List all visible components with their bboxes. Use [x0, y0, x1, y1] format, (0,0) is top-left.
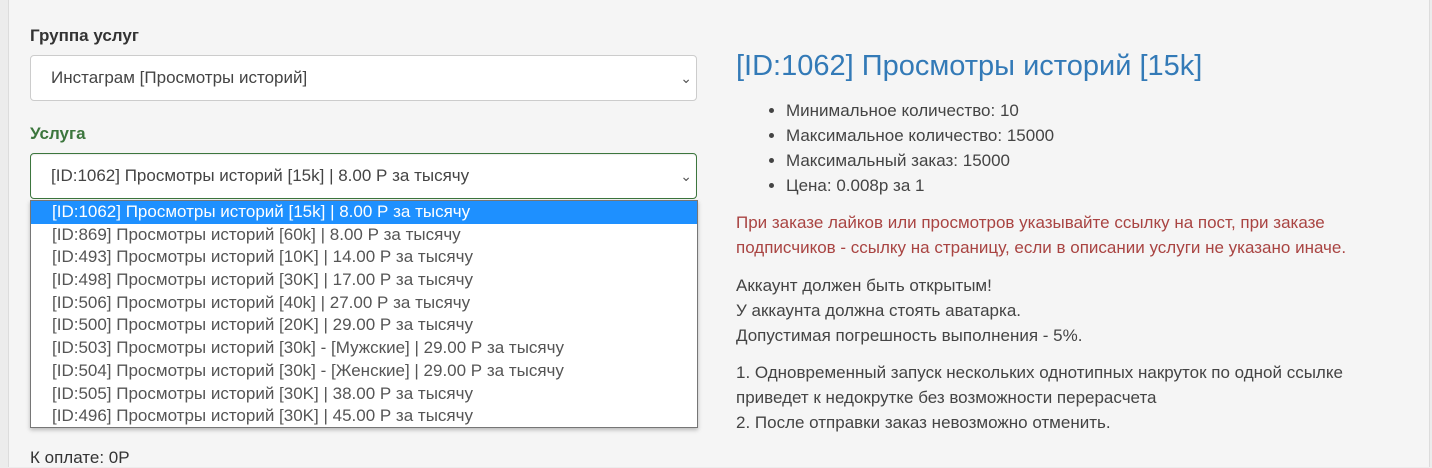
dropdown-option[interactable]: [ID:505] Просмотры историй [30K] | 38.00…: [31, 383, 697, 406]
service-title: [ID:1062] Просмотры историй [15k]: [736, 50, 1203, 82]
rule-line: 1. Одновременный запуск нескольких однот…: [736, 363, 1343, 382]
dropdown-option[interactable]: [ID:498] Просмотры историй [30K] | 17.00…: [31, 269, 697, 292]
chevron-down-icon: ⌄: [680, 70, 692, 86]
service-group-value: Инстаграм [Просмотры историй]: [51, 68, 308, 87]
service-dropdown-list[interactable]: [ID:1062] Просмотры историй [15k] | 8.00…: [30, 200, 698, 428]
service-specs-list: Минимальное количество: 10 Максимальное …: [736, 98, 1054, 198]
to-pay-total: К оплате: 0Р: [30, 448, 130, 467]
dropdown-option[interactable]: [ID:506] Просмотры историй [40k] | 27.00…: [31, 292, 697, 315]
note-line: Аккаунт должен быть открытым!: [736, 276, 992, 295]
dropdown-option[interactable]: [ID:504] Просмотры историй [30k] - [Женс…: [31, 360, 697, 383]
spec-item: Максимальное количество: 15000: [786, 123, 1054, 148]
link-warning: При заказе лайков или просмотров указыва…: [736, 210, 1416, 260]
rule-line: приведет к недокрутке без возможности пе…: [736, 388, 1157, 407]
spec-item: Максимальный заказ: 15000: [786, 148, 1054, 173]
dropdown-option[interactable]: [ID:496] Просмотры историй [30K] | 45.00…: [31, 405, 697, 428]
spec-item: Цена: 0.008р за 1: [786, 173, 1054, 198]
dropdown-option[interactable]: [ID:500] Просмотры историй [20K] | 29.00…: [31, 314, 697, 337]
service-value: [ID:1062] Просмотры историй [15k] | 8.00…: [51, 166, 470, 185]
service-label: Услуга: [30, 124, 86, 143]
dropdown-option[interactable]: [ID:869] Просмотры историй [60k] | 8.00 …: [31, 224, 697, 247]
group-label: Группа услуг: [30, 26, 139, 45]
dropdown-option[interactable]: [ID:503] Просмотры историй [30k] - [Мужс…: [31, 337, 697, 360]
warning-line: При заказе лайков или просмотров указыва…: [736, 213, 1325, 232]
service-select[interactable]: [ID:1062] Просмотры историй [15k] | 8.00…: [30, 153, 697, 199]
service-group-select[interactable]: Инстаграм [Просмотры историй] ⌄: [30, 55, 697, 101]
note-line: У аккаунта должна стоять аватарка.: [736, 301, 1021, 320]
warning-line: подписчиков - ссылку на страницу, если в…: [736, 238, 1347, 257]
account-requirements: Аккаунт должен быть открытым! У аккаунта…: [736, 273, 1082, 348]
note-line: Допустимая погрешность выполнения - 5%.: [736, 326, 1083, 345]
dropdown-option[interactable]: [ID:493] Просмотры историй [10K] | 14.00…: [31, 246, 697, 269]
dropdown-option[interactable]: [ID:1062] Просмотры историй [15k] | 8.00…: [31, 201, 697, 224]
spec-item: Минимальное количество: 10: [786, 98, 1054, 123]
chevron-down-icon: ⌄: [680, 168, 692, 184]
rule-line: 2. После отправки заказ невозможно отмен…: [736, 413, 1111, 432]
order-rules: 1. Одновременный запуск нескольких однот…: [736, 360, 1343, 435]
